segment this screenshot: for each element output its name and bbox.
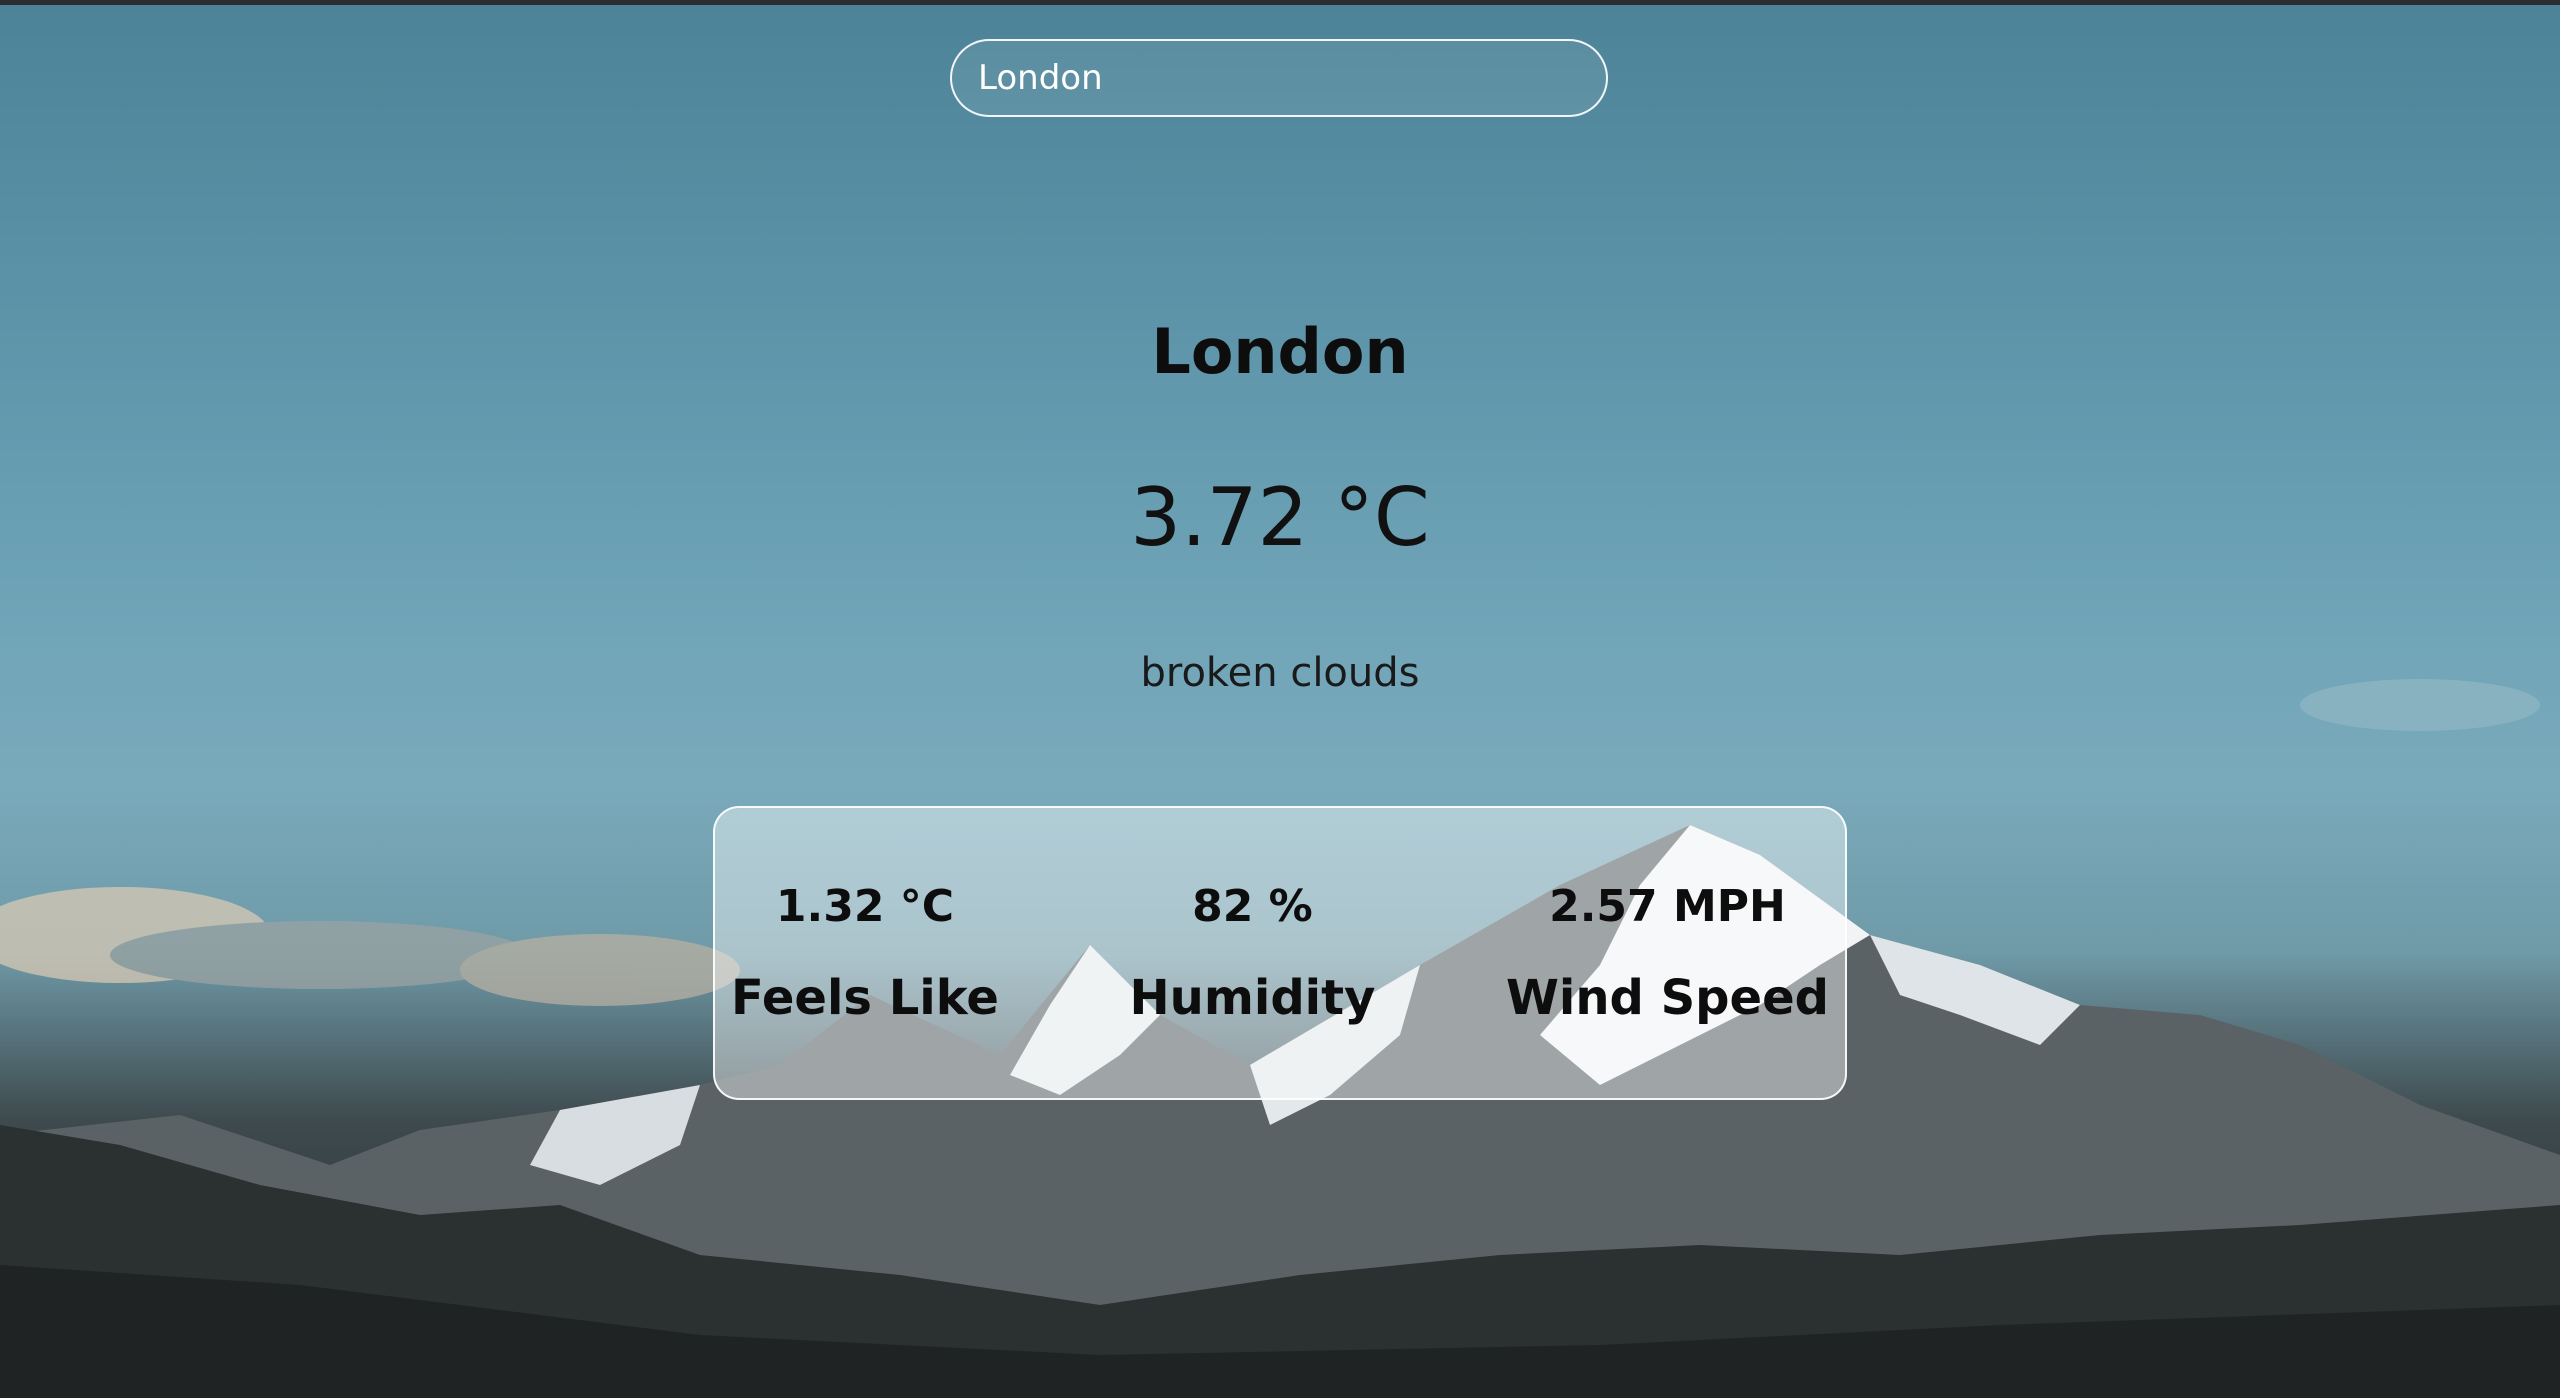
wind-speed-stat: 2.57 MPH Wind Speed: [1506, 808, 1829, 1098]
feels-like-label: Feels Like: [731, 969, 999, 1026]
feels-like-stat: 1.32 °C Feels Like: [731, 808, 999, 1098]
search-input[interactable]: [952, 41, 1606, 115]
weather-description: broken clouds: [1140, 650, 1420, 696]
city-name: London: [1151, 315, 1409, 388]
wind-speed-value: 2.57 MPH: [1549, 880, 1786, 932]
humidity-value: 82 %: [1192, 880, 1313, 932]
weather-stats-card: 1.32 °C Feels Like 82 % Humidity 2.57 MP…: [713, 806, 1847, 1100]
weather-app: London 3.72 °C broken clouds 1.32 °C Fee…: [0, 0, 2560, 1398]
wind-speed-label: Wind Speed: [1505, 969, 1829, 1026]
current-temperature: 3.72 °C: [1130, 471, 1430, 564]
search-bar[interactable]: [950, 39, 1608, 117]
mountain-landscape-image: [0, 679, 2560, 1398]
humidity-stat: 82 % Humidity: [1130, 808, 1376, 1098]
humidity-label: Humidity: [1129, 969, 1376, 1026]
feels-like-value: 1.32 °C: [775, 880, 955, 932]
